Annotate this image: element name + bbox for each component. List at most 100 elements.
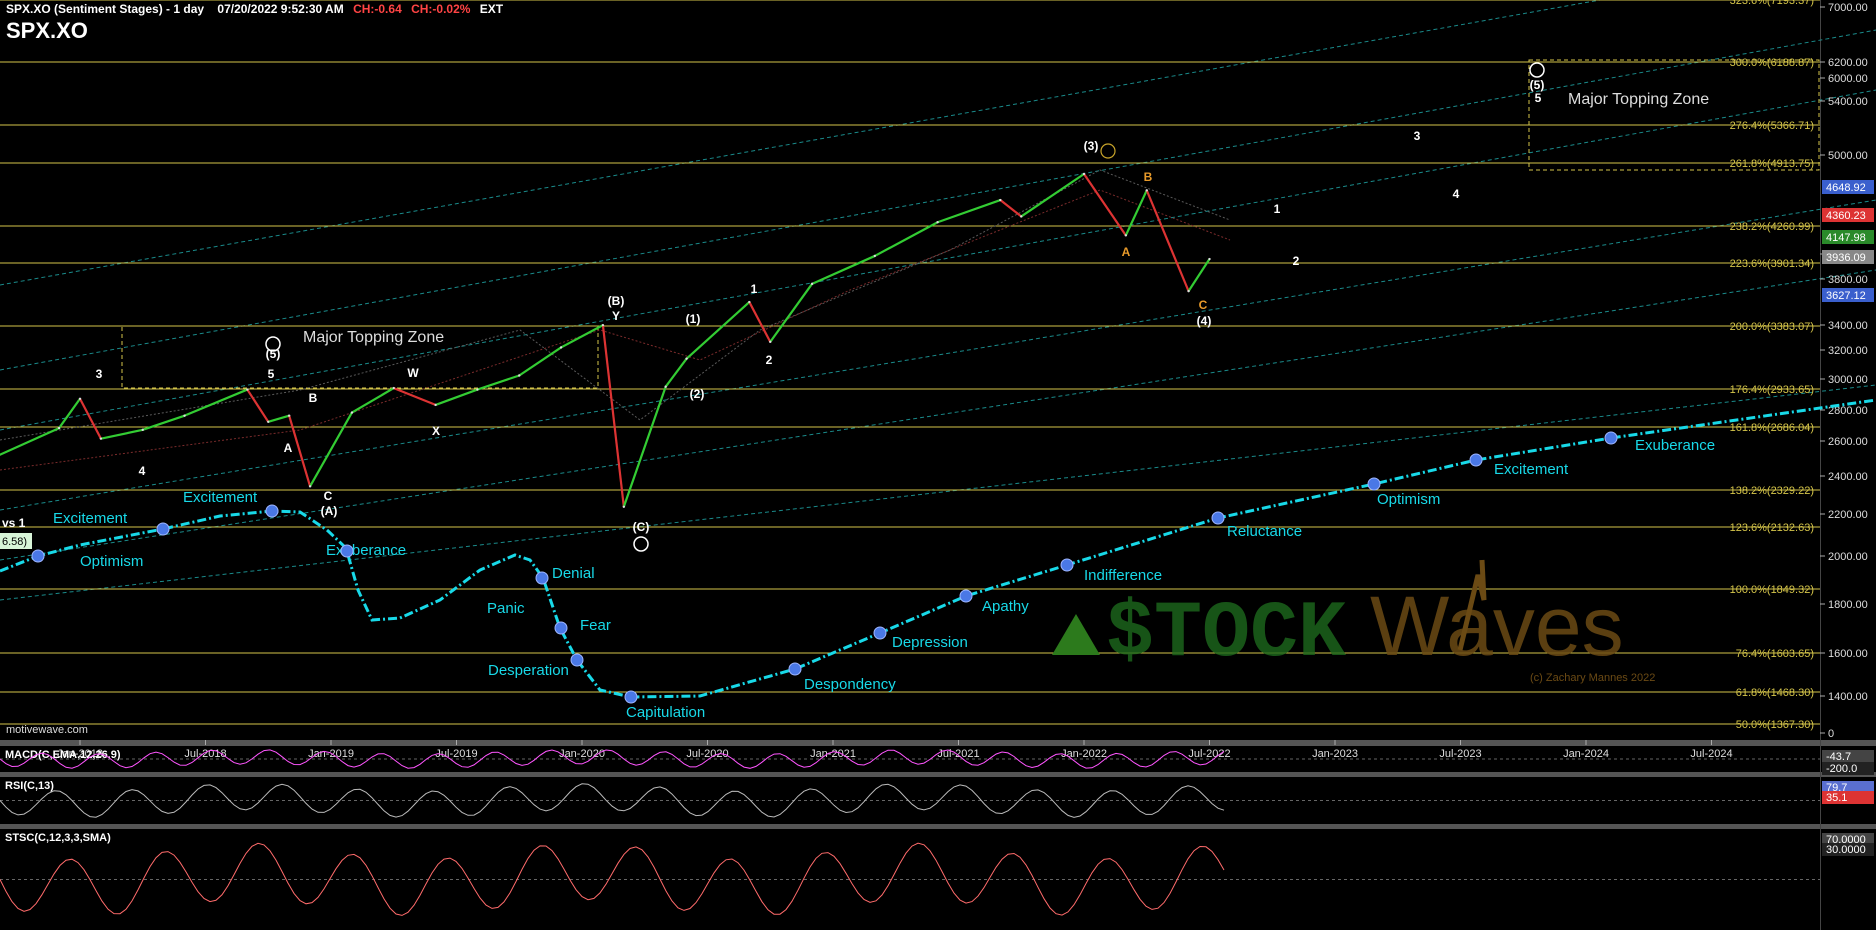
price-tick-label: 2400.00 [1828,471,1868,483]
sentiment-node [788,662,802,676]
wave-label: (5) [1530,78,1545,92]
sentiment-node [554,621,568,635]
sentiment-stage-label: Apathy [982,598,1029,615]
credit-text: motivewave.com [6,724,88,736]
wave-label: (2) [690,387,705,401]
price-tick-label: 5000.00 [1828,150,1868,162]
sentiment-stage-label: Excitement [53,510,128,527]
price-tick-label: 6000.00 [1828,73,1868,85]
fib-level-label: 223.6%(3901.34) [1730,258,1814,270]
fib-level-label: 50.0%(1367.30) [1736,719,1814,731]
wave-label: 4 [1453,187,1460,201]
sentiment-node [265,504,279,518]
panel-separator [0,772,1876,777]
time-tick-label: Jul-2024 [1690,748,1732,760]
wave-label: C [324,489,333,503]
panel-separator [0,824,1876,829]
price-point [434,403,437,407]
time-tick-label: Jan-2021 [810,748,856,760]
session-label: EXT [479,2,504,16]
wave-label: 2 [1293,254,1300,268]
price-point [1124,234,1128,237]
timestamp: 07/20/2022 9:52:30 AM [217,2,344,16]
time-tick-label: Jul-2023 [1439,748,1481,760]
wave-label: B [309,391,318,405]
fib-level-label: 61.8%(1468.30) [1736,687,1814,699]
wave-label: (4) [1197,314,1212,328]
fib-level-label: 176.4%(2933.65) [1730,384,1814,396]
sentiment-stage-label: Optimism [80,553,143,570]
chart-canvas[interactable]: 323.6%(7193.37) 300.0%(6188.87) 276.4%(536… [0,0,1876,930]
sentiment-stage-label: Excitement [1494,461,1569,478]
wave-label: (B) [608,294,625,308]
price-point [1208,257,1211,261]
wave-label: 5 [268,367,275,381]
wave-label: Y [612,309,620,323]
wave-label: 2 [766,353,773,367]
price-tick-label: 3800.00 [1828,274,1868,286]
price-badge-label: 4360.23 [1826,210,1866,222]
topping-zone-label: Major Topping Zone [1568,91,1709,108]
sentiment-node [156,522,170,536]
watermark-copyright: (c) Zachary Mannes 2022 [1530,672,1655,684]
price-tick-label: 6200.00 [1828,57,1868,69]
price-badge-label: 4147.98 [1826,232,1866,244]
change-abs: CH:-0.64 [353,2,402,16]
sentiment-stage-label: Exuberance [1635,437,1715,454]
wave-label: X [432,424,440,438]
sentiment-stage-label: Optimism [1377,491,1440,508]
wave-label: A [1122,245,1131,259]
price-point [267,420,270,423]
fib-level-label: 138.2%(2329.22) [1730,485,1814,497]
price-point [308,485,312,488]
sentiment-node [624,690,638,704]
indicator-value: 30.0000 [1826,844,1866,856]
sentiment-stage-label: Depression [892,634,968,651]
sentiment-stage-label: Excitement [183,489,258,506]
time-tick-label: Jan-2023 [1312,748,1358,760]
price-point [810,282,814,286]
wave-label: (3) [1084,139,1099,153]
time-tick-label: Jan-2019 [308,748,354,760]
price-point [999,198,1002,202]
price-point [78,397,82,400]
panel-separator [0,740,1876,746]
corner-badge-label: 6.58) [2,536,27,548]
topping-zone-label: Major Topping Zone [303,329,444,346]
price-tick-label: 2200.00 [1828,509,1868,521]
price-point [748,300,751,304]
sentiment-stage-label: Reluctance [1227,523,1302,540]
price-point [685,357,688,360]
price-point [622,505,626,508]
wave-label: 4 [139,464,146,478]
time-tick-label: Jul-2018 [184,748,226,760]
wave-label: 3 [1414,129,1421,143]
price-tick-label: 5400.00 [1828,96,1868,108]
wave-label: W [407,366,419,380]
indicator-value: 35.1 [1826,792,1847,804]
price-tick-label: 2600.00 [1828,436,1868,448]
wave-label: 3 [96,367,103,381]
price-point [601,323,605,327]
sentiment-node [1060,558,1074,572]
price-point [1020,215,1023,218]
fib-level-label: 161.8%(2686.04) [1730,422,1814,434]
symbol-title: SPX.XO [6,18,88,43]
wave-label: (C) [633,520,650,534]
price-badge-label: 4648.92 [1826,182,1866,194]
price-tick-label: 3000.00 [1828,374,1868,386]
wave-label: 1 [751,282,758,296]
wave-label: B [1144,170,1153,184]
price-point [141,428,144,432]
fib-level-label: 261.8%(4913.75) [1730,158,1814,170]
sentiment-node [340,544,354,558]
price-tick-label: 3200.00 [1828,345,1868,357]
price-point [936,221,939,224]
wave-label: (A) [321,504,338,518]
axis-divider [1820,0,1821,930]
price-point [350,411,354,414]
change-pct: CH:-0.02% [411,2,471,16]
sentiment-node [535,571,549,585]
wave-label: A [284,441,293,455]
wave-label: (1) [686,312,701,326]
